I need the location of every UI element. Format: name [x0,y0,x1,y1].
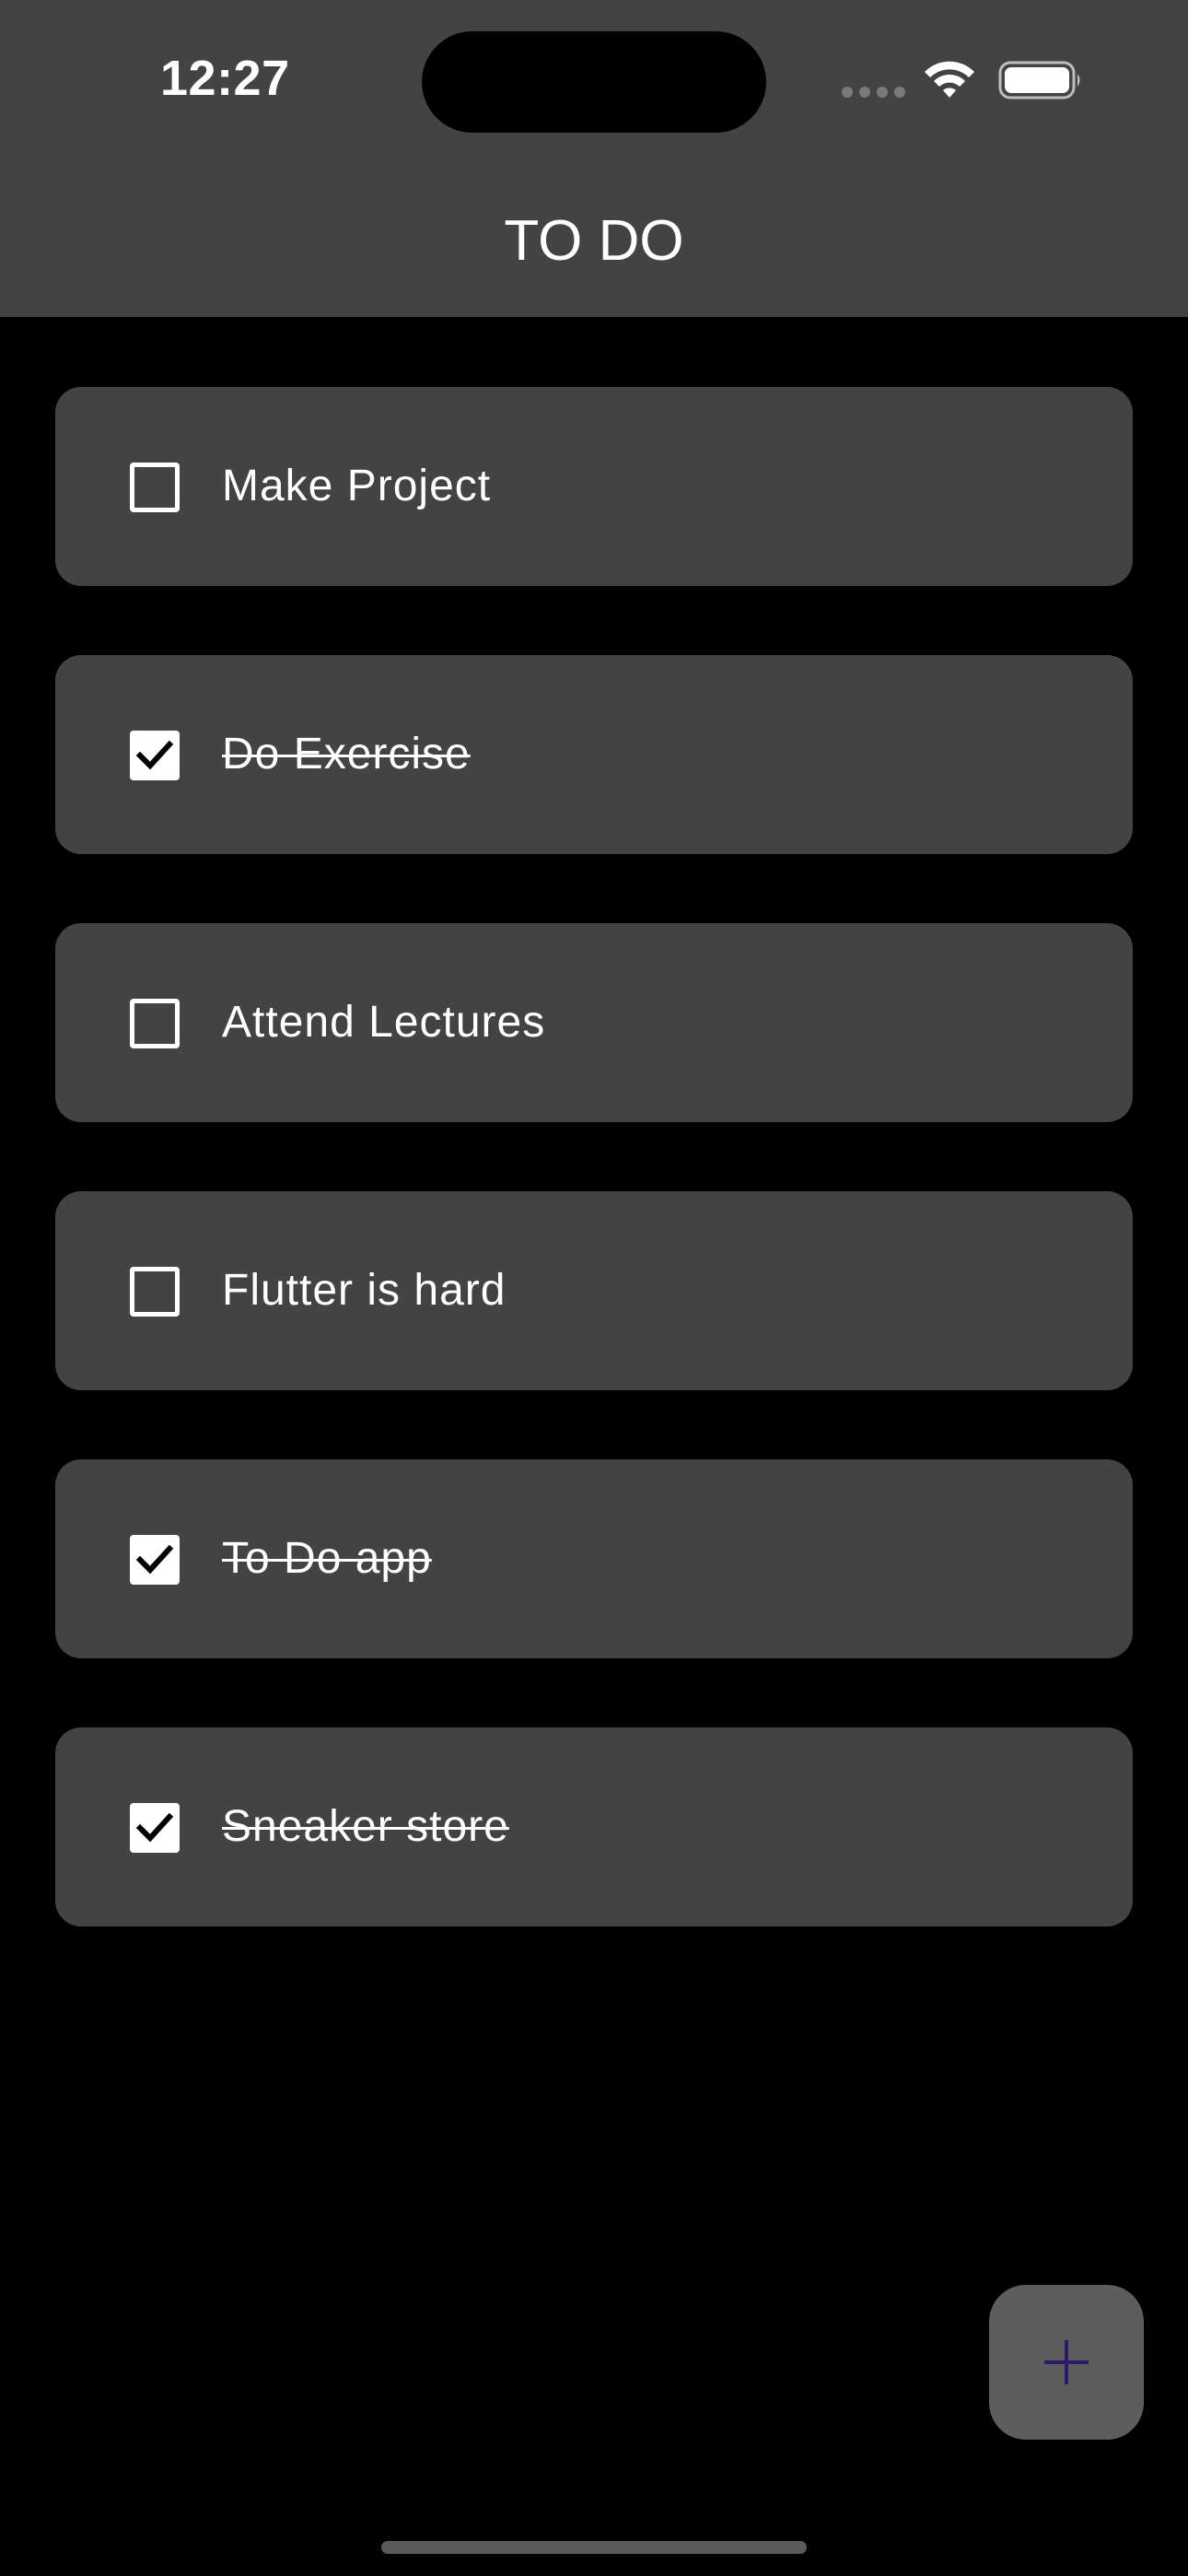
page-title: TO DO [504,209,684,273]
todo-item[interactable]: Do Exercise [55,655,1133,854]
todo-item[interactable]: Sneaker store [55,1727,1133,1926]
todo-label: Make Project [222,462,492,510]
checkmark-icon [135,1544,174,1575]
app-bar: 12:27 TO DO [0,0,1188,317]
checkbox-unchecked[interactable] [130,1267,180,1317]
todo-item[interactable]: Make Project [55,387,1133,586]
todo-item[interactable]: Flutter is hard [55,1191,1133,1390]
todo-label: Do Exercise [222,730,471,779]
checkmark-icon [135,1812,174,1843]
add-todo-button[interactable] [989,2285,1144,2440]
checkbox-checked[interactable] [130,1535,180,1585]
checkbox-unchecked[interactable] [130,999,180,1048]
todo-list: Make Project Do Exercise Attend Lectures Fl… [55,387,1133,1996]
todo-label: Attend Lectures [222,998,546,1047]
battery-icon [998,61,1080,100]
checkbox-checked[interactable] [130,731,180,780]
checkmark-icon [135,740,174,770]
checkbox-unchecked[interactable] [130,463,180,512]
home-indicator [381,2541,807,2554]
dynamic-island [422,31,766,133]
todo-item[interactable]: To Do app [55,1459,1133,1658]
todo-label: Flutter is hard [222,1266,507,1315]
plus-icon [1044,2340,1089,2384]
todo-item[interactable]: Attend Lectures [55,923,1133,1122]
status-time: 12:27 [160,51,290,106]
todo-label: Sneaker store [222,1802,509,1851]
todo-label: To Do app [222,1534,432,1583]
wifi-icon [925,61,974,98]
checkbox-checked[interactable] [130,1803,180,1853]
signal-icon [842,87,906,98]
